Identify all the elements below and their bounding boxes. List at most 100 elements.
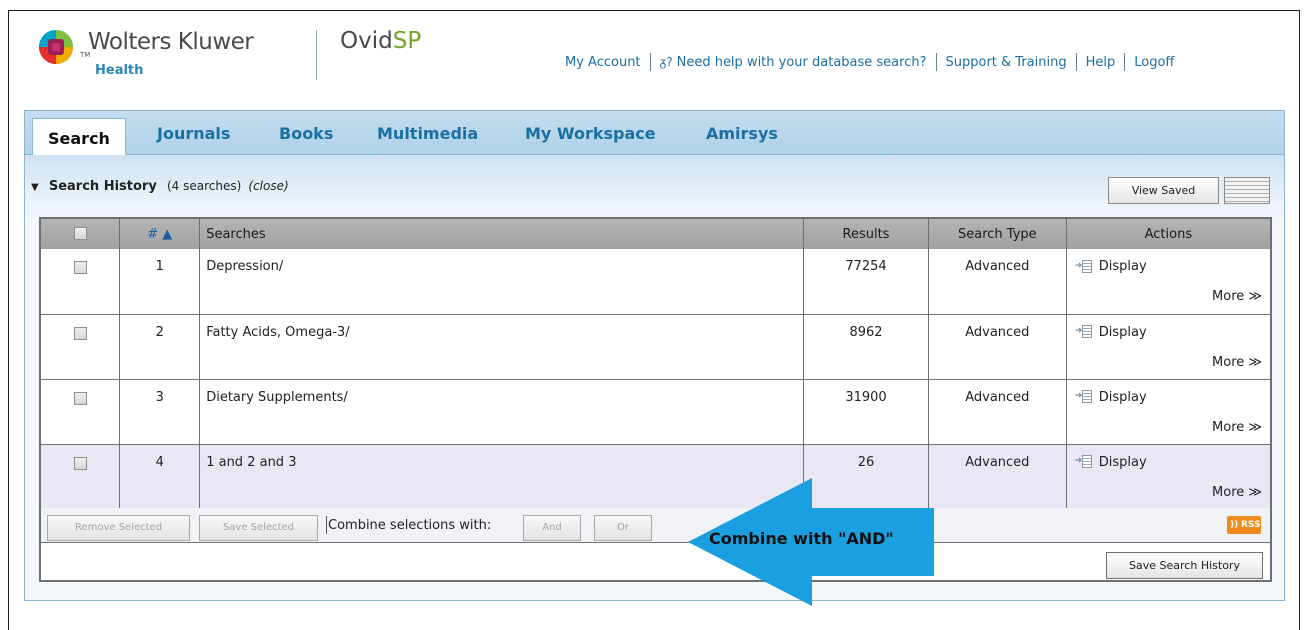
ovidsp-logo[interactable]: OvidSP [340,28,421,54]
help-search-icon: ᵹ? [659,55,673,69]
row-select-cell [40,444,121,510]
display-link[interactable]: ➜ Display [1075,455,1269,470]
display-results-icon: ➜ [1075,455,1093,469]
callout-text: Combine with "AND" [709,529,894,548]
help-link[interactable]: Help [1086,55,1116,70]
save-selected-button[interactable]: Save Selected [199,515,318,541]
more-actions-link[interactable]: More ≫ [1212,420,1262,435]
row-search-query: Depression/ [199,249,805,315]
row-search-type: Advanced [928,379,1067,445]
display-results-icon: ➜ [1075,259,1093,274]
support-training-link[interactable]: Support & Training [946,55,1067,70]
row-select-cell [40,314,121,380]
list-view-icon[interactable] [1224,177,1270,204]
save-search-history-button[interactable]: Save Search History [1106,552,1263,579]
logo-divider [316,30,317,80]
num-column-header[interactable]: # ▲ [119,218,201,249]
tab-books[interactable]: Books [279,124,333,143]
close-history-link[interactable]: (close) [248,179,288,193]
row-actions: ➜ Display More ≫ [1066,249,1272,315]
row-search-type: Advanced [928,249,1067,315]
combine-label: Combine selections with: [328,518,492,533]
more-actions-link[interactable]: More ≫ [1212,355,1262,370]
display-link[interactable]: ➜ Display [1075,325,1269,340]
view-saved-button[interactable]: View Saved [1108,177,1219,204]
footer-lower-row: Save Search History [41,543,1270,580]
row-search-query: Dietary Supplements/ [199,379,805,445]
row-select-cell [40,379,121,445]
row-actions: ➜ Display More ≫ [1066,444,1272,510]
logoff-link[interactable]: Logoff [1134,55,1174,70]
row-results: 77254 [803,249,929,315]
link-separator [1124,53,1126,71]
row-checkbox[interactable] [73,326,87,340]
display-label: Display [1098,454,1147,470]
sort-ascending-icon: ▲ [162,226,173,242]
row-checkbox[interactable] [73,391,87,405]
more-actions-link[interactable]: More ≫ [1212,485,1262,500]
table-header-row: # ▲ Searches Results Search Type Actions [40,218,1272,249]
search-history-panel: ▼ Search History (4 searches) (close) Vi… [24,155,1285,601]
rss-label: RSS [1241,520,1261,530]
row-results: 31900 [803,379,929,445]
display-results-icon: ➜ [1075,325,1093,339]
table-row: 3 Dietary Supplements/ 31900 Advanced ➜ … [40,379,1272,445]
help-search-link[interactable]: Need help with your database search? [677,55,927,70]
my-account-link[interactable]: My Account [565,55,641,70]
company-name: Wolters Kluwer [88,29,254,55]
actions-column-header: Actions [1066,218,1272,249]
display-label: Display [1098,259,1147,274]
select-all-checkbox[interactable] [73,226,87,240]
display-results-icon: ➜ [1075,390,1093,404]
row-checkbox[interactable] [73,261,87,274]
search-count: (4 searches) [166,179,242,193]
remove-selected-button[interactable]: Remove Selected [47,515,190,541]
row-results: 8962 [803,314,929,380]
select-all-header [40,218,121,249]
display-link[interactable]: ➜ Display [1075,259,1269,274]
history-actions-bar: Remove Selected Save Selected Combine se… [39,508,1272,582]
row-search-type: Advanced [928,314,1067,380]
link-separator [1075,53,1077,71]
tab-amirsys[interactable]: Amirsys [706,124,778,143]
table-row: 2 Fatty Acids, Omega-3/ 8962 Advanced ➜ … [40,314,1272,380]
table-row: 1 Depression/ 77254 Advanced ➜ Display M… [40,249,1272,315]
division-name: Health [95,63,144,78]
collapse-toggle-icon[interactable]: ▼ [31,182,39,193]
link-separator [935,53,937,71]
wolters-kluwer-logo[interactable]: TM Wolters Kluwer Health [36,25,316,95]
rss-feed-button[interactable]: )) RSS [1227,516,1261,534]
search-history-table: # ▲ Searches Results Search Type Actions… [39,217,1272,510]
rss-icon: )) [1230,520,1239,530]
tab-my-workspace[interactable]: My Workspace [525,124,656,143]
top-links: My Account ᵹ? Need help with your databa… [565,52,1174,72]
search-type-column-header: Search Type [928,218,1067,249]
display-label: Display [1098,389,1147,405]
link-separator [649,53,651,71]
combine-or-button[interactable]: Or [594,515,652,541]
row-number: 1 [119,249,201,315]
search-history-title: Search History [48,179,157,194]
ovid-suffix: SP [392,28,422,54]
row-number: 3 [119,379,201,445]
num-header-label: # [147,226,159,242]
display-label: Display [1098,324,1147,340]
row-actions: ➜ Display More ≫ [1066,379,1272,445]
tab-search[interactable]: Search [32,118,126,156]
display-link[interactable]: ➜ Display [1075,390,1269,405]
row-actions: ➜ Display More ≫ [1066,314,1272,380]
row-select-cell [40,249,121,315]
ovid-prefix: Ovid [340,28,393,54]
search-history-header: ▼ Search History (4 searches) (close) [31,179,289,194]
wolters-kluwer-globe-icon [39,30,73,64]
row-number: 2 [119,314,201,380]
row-number: 4 [119,444,201,510]
tab-journals[interactable]: Journals [157,124,230,143]
table-row: 4 1 and 2 and 3 26 Advanced ➜ Display Mo… [40,444,1272,510]
more-actions-link[interactable]: More ≫ [1212,289,1262,304]
tab-multimedia[interactable]: Multimedia [377,124,478,143]
row-search-type: Advanced [928,444,1067,510]
combine-and-button[interactable]: And [523,515,581,541]
row-checkbox[interactable] [73,456,87,470]
combine-separator [326,516,327,534]
